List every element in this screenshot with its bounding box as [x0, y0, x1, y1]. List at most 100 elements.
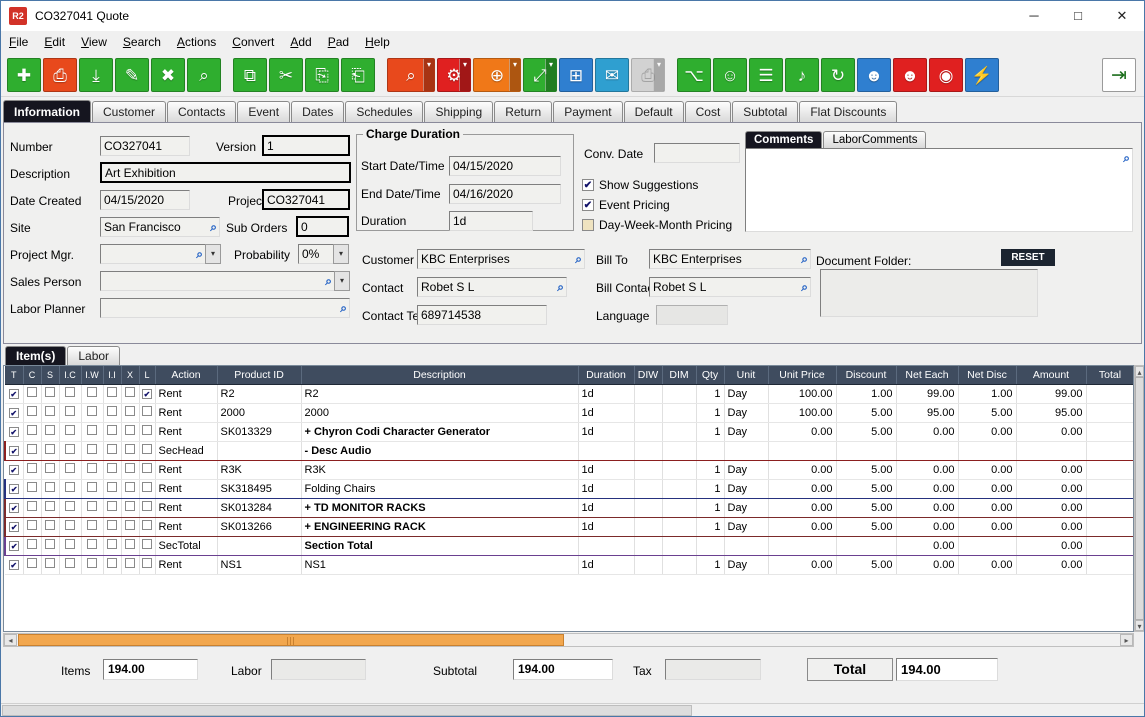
checkbox-cell[interactable] — [59, 517, 81, 536]
row-checkbox[interactable] — [65, 463, 75, 473]
column-header-amount[interactable]: Amount — [1016, 366, 1086, 384]
date-created-field[interactable]: 04/15/2020 — [100, 190, 190, 210]
checkbox-cell[interactable] — [121, 384, 139, 403]
checkbox-cell[interactable]: ✔ — [5, 460, 23, 479]
checkbox-cell[interactable]: ✔ — [5, 479, 23, 498]
form-scroll-thumb[interactable] — [2, 705, 692, 716]
end-datetime-field[interactable]: 04/16/2020 — [449, 184, 561, 204]
dropdown-caret-icon[interactable]: ▾ — [459, 59, 470, 91]
row-checkbox[interactable] — [27, 520, 37, 530]
checkbox-cell[interactable] — [59, 555, 81, 574]
checkbox-cell[interactable] — [81, 517, 103, 536]
row-checkbox[interactable] — [27, 558, 37, 568]
row-checkbox[interactable] — [27, 444, 37, 454]
conv-date-field[interactable] — [654, 143, 740, 163]
column-header-net-each[interactable]: Net Each — [896, 366, 958, 384]
checkbox-event-pricing[interactable]: ✔Event Pricing — [582, 195, 732, 215]
customer-field[interactable]: KBC Enterprises ⌕ — [417, 249, 585, 269]
checkbox-cell[interactable] — [59, 403, 81, 422]
checkbox-cell[interactable] — [41, 422, 59, 441]
checkbox-cell[interactable] — [121, 479, 139, 498]
row-checkbox[interactable] — [65, 387, 75, 397]
tab-subtotal[interactable]: Subtotal — [732, 101, 798, 122]
row-checkbox[interactable] — [45, 406, 55, 416]
new-quote-button[interactable]: ✚ — [7, 58, 41, 92]
item-row[interactable]: ✔RentSK013329+ Chyron Codi Character Gen… — [5, 422, 1134, 441]
probability-dropdown-icon[interactable]: ▾ — [333, 244, 349, 264]
column-header-qty[interactable]: Qty — [696, 366, 724, 384]
row-checkbox[interactable] — [125, 539, 135, 549]
item-row[interactable]: ✔RentSK318495Folding Chairs1d1Day0.005.0… — [5, 479, 1134, 498]
row-checkbox[interactable] — [107, 463, 117, 473]
smiley-button[interactable]: ☺ — [713, 58, 747, 92]
row-checkbox[interactable] — [45, 387, 55, 397]
tile-view-button[interactable]: ⊞ — [559, 58, 593, 92]
checkbox-cell[interactable] — [41, 517, 59, 536]
horizontal-scrollbar[interactable]: ◂ ▸ — [3, 633, 1134, 647]
checkbox-cell[interactable] — [103, 517, 121, 536]
checkbox-cell[interactable] — [139, 441, 155, 460]
search-icon[interactable]: ⌕ — [196, 247, 203, 261]
checkbox-cell[interactable] — [121, 536, 139, 555]
column-header-unit-price[interactable]: Unit Price — [768, 366, 836, 384]
sales-person-field[interactable]: ⌕ — [100, 271, 335, 291]
form-horizontal-scrollbar[interactable] — [1, 703, 1145, 716]
row-checkbox[interactable] — [125, 501, 135, 511]
search-icon[interactable]: ⌕ — [575, 252, 582, 266]
horizontal-scroll-thumb[interactable] — [18, 634, 564, 646]
row-checkbox[interactable] — [87, 406, 97, 416]
sub-orders-field[interactable]: 0 — [296, 216, 349, 237]
search-icon[interactable]: ⌕ — [340, 301, 347, 315]
checkbox-cell[interactable] — [23, 555, 41, 574]
row-checkbox[interactable]: ✔ — [142, 389, 152, 399]
tab-customer[interactable]: Customer — [92, 101, 166, 122]
column-header-t[interactable]: T — [5, 366, 23, 384]
row-checkbox[interactable] — [142, 463, 152, 473]
row-checkbox[interactable] — [65, 520, 75, 530]
row-checkbox[interactable] — [125, 558, 135, 568]
row-checkbox[interactable] — [45, 482, 55, 492]
row-checkbox[interactable]: ✔ — [9, 427, 19, 437]
probability-field[interactable]: 0% — [298, 244, 334, 264]
checkbox-cell[interactable]: ✔ — [5, 517, 23, 536]
bill-to-field[interactable]: KBC Enterprises ⌕ — [649, 249, 811, 269]
dropdown-caret-icon[interactable]: ▾ — [545, 59, 556, 91]
edit-button[interactable]: ✎ — [115, 58, 149, 92]
checkbox-cell[interactable] — [23, 517, 41, 536]
row-checkbox[interactable] — [125, 444, 135, 454]
tab-dates[interactable]: Dates — [291, 101, 344, 122]
item-row[interactable]: ✔RentSK013284+ TD MONITOR RACKS1d1Day0.0… — [5, 498, 1134, 517]
tab-default[interactable]: Default — [624, 101, 684, 122]
process-gears-button[interactable]: ⚙▾ — [437, 58, 471, 92]
row-checkbox[interactable] — [142, 501, 152, 511]
row-checkbox[interactable] — [45, 539, 55, 549]
column-header-discount[interactable]: Discount — [836, 366, 896, 384]
row-checkbox[interactable] — [27, 501, 37, 511]
checkbox-cell[interactable] — [59, 460, 81, 479]
column-header-net-disc[interactable]: Net Disc — [958, 366, 1016, 384]
menu-pad[interactable]: Pad — [320, 33, 357, 51]
row-checkbox[interactable] — [65, 406, 75, 416]
column-header-x[interactable]: X — [121, 366, 139, 384]
checkbox-cell[interactable] — [59, 384, 81, 403]
checkbox-cell[interactable] — [103, 403, 121, 422]
description-field[interactable]: Art Exhibition — [100, 162, 351, 183]
column-header-diw[interactable]: DIW — [634, 366, 662, 384]
checkbox-cell[interactable] — [41, 441, 59, 460]
checkbox-show-suggestions[interactable]: ✔Show Suggestions — [582, 175, 732, 195]
contact-field[interactable]: Robet S L ⌕ — [417, 277, 567, 297]
paste-button[interactable]: ⎗ — [341, 58, 375, 92]
checkbox-cell[interactable]: ✔ — [5, 422, 23, 441]
row-checkbox[interactable] — [107, 444, 117, 454]
row-checkbox[interactable] — [87, 387, 97, 397]
checkbox-cell[interactable] — [139, 403, 155, 422]
menu-add[interactable]: Add — [282, 33, 319, 51]
tab-information[interactable]: Information — [3, 100, 91, 122]
lightning-button[interactable]: ⚡ — [965, 58, 999, 92]
row-checkbox[interactable]: ✔ — [9, 560, 19, 570]
tab-return[interactable]: Return — [494, 101, 552, 122]
checkbox-cell[interactable] — [81, 460, 103, 479]
column-header-l[interactable]: L — [139, 366, 155, 384]
checkbox-cell[interactable] — [23, 403, 41, 422]
search-icon[interactable]: ⌕ — [325, 274, 332, 288]
